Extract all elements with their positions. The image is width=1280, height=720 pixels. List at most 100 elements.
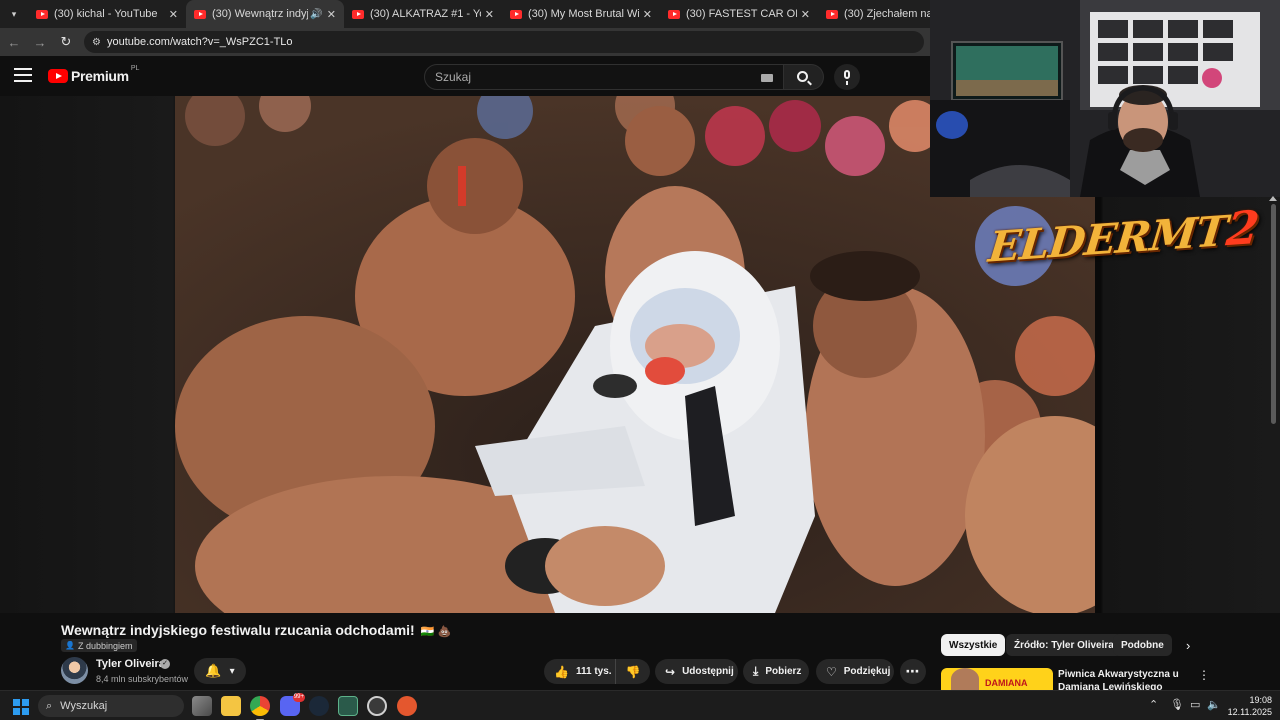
menu-icon[interactable] bbox=[14, 68, 32, 82]
tab-title: (30) ALKATRAZ #1 - YouTube bbox=[370, 8, 481, 20]
obs-icon[interactable] bbox=[367, 696, 387, 716]
taskbar-search-label: Wyszukaj bbox=[60, 700, 108, 712]
file-explorer-icon[interactable] bbox=[221, 696, 241, 716]
youtube-favicon-icon bbox=[194, 9, 206, 19]
subscribe-notification-button[interactable]: 🔔 ▾ bbox=[194, 658, 246, 684]
bell-icon: 🔔 bbox=[205, 663, 222, 678]
brand-name: Premium bbox=[71, 68, 129, 84]
search-icon: ⌕ bbox=[46, 699, 53, 712]
steam-icon[interactable] bbox=[309, 696, 329, 716]
forward-icon[interactable]: → bbox=[28, 30, 52, 54]
subscriber-count: 8,4 mln subskrybentów bbox=[96, 674, 189, 684]
clock-date: 12.11.2025 bbox=[1227, 707, 1272, 717]
browser-tab[interactable]: (30) My Most Brutal Wingsuit Fl ✕ bbox=[502, 0, 660, 28]
app-icon[interactable] bbox=[397, 696, 417, 716]
close-icon[interactable]: ✕ bbox=[169, 8, 178, 21]
discord-badge: 99+ bbox=[292, 693, 305, 702]
dislike-button[interactable]: 👎 bbox=[616, 659, 650, 684]
volume-icon[interactable]: 🔈 bbox=[1207, 698, 1221, 711]
task-view-icon[interactable] bbox=[192, 696, 212, 716]
video-title-text: Wewnątrz indyjskiego festiwalu rzucania … bbox=[61, 622, 415, 638]
search-icon bbox=[797, 71, 808, 82]
search-placeholder: Szukaj bbox=[435, 70, 472, 84]
share-label: Udostępnij bbox=[682, 666, 734, 677]
tab-title: (30) FASTEST CAR ON THE PLAN bbox=[686, 8, 797, 20]
dub-person-icon: 👤 bbox=[65, 641, 75, 650]
speaker-icon[interactable]: 🔊 bbox=[310, 9, 322, 20]
scrollbar-up-arrow[interactable] bbox=[1269, 196, 1277, 201]
close-icon[interactable]: ✕ bbox=[327, 8, 336, 21]
close-icon[interactable]: ✕ bbox=[485, 8, 494, 21]
screen: ▾ (30) kichal - YouTube ✕ (30) Wewnątrz … bbox=[0, 0, 1280, 720]
thumbnail-label: DAMIANA bbox=[985, 678, 1028, 688]
chip-all[interactable]: Wszystkie bbox=[941, 634, 1006, 656]
download-button[interactable]: ⤓ Pobierz bbox=[743, 659, 809, 684]
site-info-icon[interactable]: ⚙ bbox=[92, 37, 101, 48]
voice-search-button[interactable] bbox=[834, 64, 860, 90]
browser-tab[interactable]: (30) FASTEST CAR ON THE PLAN ✕ bbox=[660, 0, 818, 28]
video-title: Wewnątrz indyjskiego festiwalu rzucania … bbox=[61, 622, 451, 638]
chevron-up-icon[interactable]: ⌃ bbox=[1149, 698, 1158, 711]
xbox-app-icon[interactable] bbox=[338, 696, 358, 716]
scrollbar-thumb[interactable] bbox=[1271, 204, 1276, 424]
youtube-header: Premium PL Szukaj bbox=[0, 56, 930, 96]
dub-label: Z dubbingiem bbox=[77, 640, 133, 651]
discord-icon[interactable]: 99+ bbox=[280, 693, 305, 716]
dub-badge: 👤 Z dubbingiem bbox=[61, 639, 137, 652]
url-text: youtube.com/watch?v=_WsPZC1-TLo bbox=[106, 36, 293, 48]
youtube-play-icon bbox=[48, 69, 68, 83]
close-icon[interactable]: ✕ bbox=[801, 8, 810, 21]
back-icon[interactable]: ← bbox=[2, 30, 26, 54]
thumbs-up-icon: 👍 bbox=[554, 664, 569, 679]
webcam-overlay bbox=[930, 0, 1280, 197]
tab-title: (30) Wewnątrz indyjskiego f bbox=[212, 8, 309, 20]
more-vertical-icon[interactable]: ⋮ bbox=[1198, 668, 1210, 682]
search-input[interactable]: Szukaj bbox=[424, 64, 784, 90]
taskbar-search[interactable]: ⌕ Wyszukaj bbox=[38, 695, 184, 717]
youtube-favicon-icon bbox=[352, 9, 364, 19]
thanks-label: Podziękuj bbox=[843, 666, 891, 677]
thumbnail-person bbox=[951, 668, 979, 690]
close-icon[interactable]: ✕ bbox=[643, 8, 652, 21]
browser-tab[interactable]: (30) kichal - YouTube ✕ bbox=[28, 0, 186, 28]
channel-name[interactable]: Tyler Oliveira bbox=[96, 658, 165, 670]
tab-title: (30) My Most Brutal Wingsuit Fl bbox=[528, 8, 639, 20]
search-button[interactable] bbox=[784, 64, 824, 90]
like-dislike-group: 👍 111 tys. 👎 bbox=[544, 659, 650, 684]
channel-avatar[interactable] bbox=[61, 657, 88, 684]
url-field[interactable]: ⚙ youtube.com/watch?v=_WsPZC1-TLo bbox=[84, 31, 924, 53]
tab-title: (30) kichal - YouTube bbox=[54, 8, 158, 20]
thanks-button[interactable]: ♡ Podziękuj bbox=[816, 659, 894, 684]
webcam-frame bbox=[930, 0, 1280, 197]
reload-icon[interactable]: ↻ bbox=[54, 30, 78, 54]
verified-icon: ✓ bbox=[160, 659, 170, 669]
chevron-right-icon[interactable]: › bbox=[1186, 638, 1190, 653]
share-button[interactable]: ↪ Udostępnij bbox=[655, 659, 738, 684]
mic-icon bbox=[844, 70, 850, 85]
browser-tab-active[interactable]: (30) Wewnątrz indyjskiego f 🔊 ✕ bbox=[186, 0, 344, 28]
browser-tab[interactable]: (30) ALKATRAZ #1 - YouTube ✕ bbox=[344, 0, 502, 28]
youtube-favicon-icon bbox=[510, 9, 522, 19]
mic-tray-icon[interactable]: 🎙 bbox=[1170, 698, 1184, 711]
share-icon: ↪ bbox=[665, 664, 676, 679]
more-icon[interactable]: ⋯ bbox=[900, 659, 926, 684]
recommendation-thumbnail[interactable]: DAMIANA bbox=[941, 668, 1053, 690]
chrome-icon[interactable] bbox=[250, 696, 270, 720]
chip-related[interactable]: Podobne bbox=[1113, 634, 1172, 656]
display-icon[interactable]: ▭ bbox=[1190, 698, 1200, 711]
region-code: PL bbox=[130, 64, 140, 72]
recommendation-title[interactable]: Piwnica Akwarystyczna u Damiana Lewiński… bbox=[1058, 668, 1188, 690]
video-title-emoji: 🇮🇳 💩 bbox=[420, 626, 452, 638]
tab-list-icon[interactable]: ▾ bbox=[0, 0, 28, 28]
youtube-favicon-icon bbox=[826, 9, 838, 19]
chevron-down-icon: ▾ bbox=[229, 665, 235, 677]
thumbs-down-icon: 👎 bbox=[625, 664, 641, 679]
like-button[interactable]: 👍 111 tys. bbox=[544, 659, 616, 684]
system-clock[interactable]: 19:08 12.11.2025 bbox=[1226, 694, 1272, 718]
youtube-logo[interactable]: Premium PL bbox=[48, 64, 140, 84]
windows-icon[interactable] bbox=[13, 699, 29, 715]
chip-source-channel[interactable]: Źródło: Tyler Oliveira bbox=[1006, 634, 1122, 656]
thanks-icon: ♡ bbox=[826, 664, 837, 679]
keyboard-icon[interactable] bbox=[761, 74, 773, 82]
windows-taskbar: ⌕ Wyszukaj 99+ ⌃ 🎙 ▭ 🔈 19:08 12.11.2025 bbox=[0, 690, 1280, 720]
